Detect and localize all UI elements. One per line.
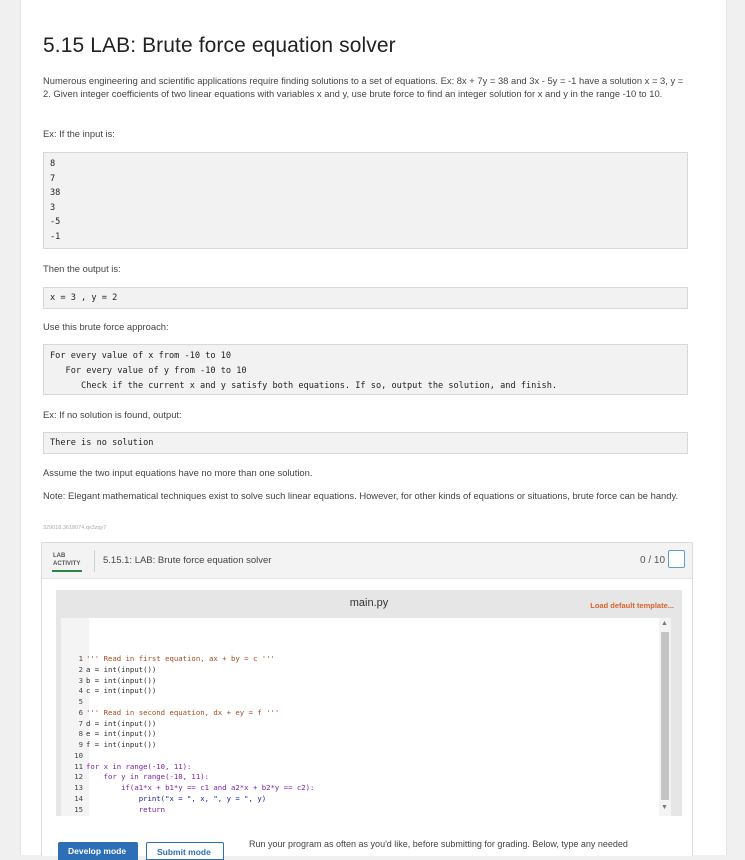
line-number: 5 — [78, 697, 83, 706]
input-line: 7 — [50, 173, 56, 184]
no-solution-label: Ex: If no solution is found, output: — [43, 409, 182, 420]
run-instructions-text: Run your program as often as you'd like,… — [249, 839, 628, 849]
line-number: 7 — [78, 718, 83, 728]
code-text: d = int(input()) — [86, 718, 157, 728]
scrollbar-thumb[interactable] — [661, 632, 669, 800]
code-line: 2a = int(input()) — [61, 665, 661, 676]
editor-scrollbar[interactable]: ▲ ▼ — [659, 618, 671, 816]
line-number: 2 — [78, 664, 83, 674]
code-line: 15 return — [61, 805, 661, 816]
activity-type-label: LAB ACTIVITY — [53, 552, 80, 568]
submit-mode-button[interactable]: Submit mode — [146, 842, 224, 860]
code-line: 4c = int(input()) — [61, 686, 661, 697]
example-input-block: 8 7 38 3 -5 -1 — [43, 152, 688, 249]
input-line: -1 — [50, 231, 61, 242]
input-line: 3 — [50, 202, 56, 213]
code-line: 1 ''' Read in first equation, ax + by = c… — [61, 654, 661, 665]
line-number: 16 — [61, 815, 86, 816]
line-number: 6 — [78, 707, 83, 717]
code-text: for y in range(-10, 11): — [86, 772, 210, 782]
no-solution-block: There is no solution — [43, 432, 688, 454]
line-number: 8 — [78, 729, 83, 739]
activity-score: 0 / 10 — [640, 555, 666, 566]
activity-header: LAB ACTIVITY 5.15.1: LAB: Brute force eq… — [42, 543, 692, 579]
output-line: x = 3 , y = 2 — [50, 293, 118, 303]
editor-filename: main.py — [349, 597, 389, 609]
code-line: 6 ''' Read in second equation, dx + ey = … — [61, 708, 661, 719]
activity-label-activity: ACTIVITY — [53, 561, 81, 567]
code-line: 8e = int(input()) — [61, 729, 661, 740]
line-number: 1 — [78, 654, 83, 663]
code-text: for x in range(-10, 11): — [86, 761, 192, 771]
example-input-label: Ex: If the input is: — [43, 128, 115, 139]
header-divider — [94, 550, 95, 572]
approach-label: Use this brute force approach: — [43, 321, 169, 332]
code-text: if(a1*x + b1*y == c1 and a2*x + b2*y == … — [86, 783, 315, 792]
code-line: 9f = int(input()) — [61, 740, 661, 751]
code-editor[interactable]: 1 ''' Read in first equation, ax + by = c… — [61, 618, 671, 816]
input-line: 8 — [50, 159, 56, 169]
code-line: 11 for x in range(-10, 11): — [61, 762, 661, 773]
input-line: 38 — [50, 188, 61, 199]
line-number: 12 — [74, 772, 83, 782]
line-number: 15 — [74, 804, 83, 814]
code-line: 13 if(a1*x + b1*y == c1 and a2*x + b2*y … — [61, 783, 661, 794]
page-container: 5.15 LAB: Brute force equation solver Nu… — [20, 0, 727, 860]
develop-mode-button[interactable]: Develop mode — [58, 842, 138, 860]
code-text: c = int(input()) — [86, 686, 157, 696]
code-text: return — [86, 804, 166, 814]
activity-accent-bar — [52, 570, 82, 572]
code-line: 3b = int(input()) — [61, 676, 661, 687]
code-text: f = int(input()) — [86, 740, 157, 749]
code-line: 12 for y in range(-10, 11): — [61, 772, 661, 783]
approach-line: Check if the current x and y satisfy bot… — [50, 381, 558, 391]
scroll-up-arrow-icon[interactable]: ▲ — [661, 620, 668, 628]
approach-block: For every value of x from -10 to 10 For … — [43, 344, 688, 395]
code-line: 10 — [61, 751, 661, 762]
activity-title: 5.15.1: LAB: Brute force equation solver — [103, 555, 272, 566]
line-number: 13 — [74, 783, 83, 792]
code-text: ''' Read in first equation, ax + by = c … — [86, 654, 275, 663]
line-number: 9 — [78, 740, 83, 749]
code-text: print("x = ", x, ", y = ", y) — [86, 793, 267, 803]
code-text: e = int(input()) — [86, 729, 157, 739]
line-number: 10 — [74, 750, 83, 760]
code-line: 16 print("There is no solution") — [61, 815, 661, 816]
code-lines: 1 ''' Read in first equation, ax + by = c… — [61, 654, 661, 816]
scroll-down-arrow-icon[interactable]: ▼ — [661, 804, 668, 812]
page-title: 5.15 LAB: Brute force equation solver — [43, 34, 396, 57]
code-text: print("There is no solution") — [86, 815, 248, 816]
problem-id: 329018.3618074.qx3zqy7 — [43, 525, 107, 531]
intro-paragraph: Numerous engineering and scientific appl… — [43, 75, 684, 99]
output-label: Then the output is: — [43, 263, 121, 274]
line-number: 4 — [78, 686, 83, 696]
load-default-template-link[interactable]: Load default template... — [590, 601, 674, 610]
line-number: 3 — [78, 675, 83, 685]
input-line: -5 — [50, 217, 61, 228]
activity-label-lab: LAB — [53, 553, 66, 559]
approach-line: For every value of x from -10 to 10 — [50, 351, 232, 361]
code-line: 14 print("x = ", x, ", y = ", y) — [61, 794, 661, 805]
approach-line: For every value of y from -10 to 10 — [50, 366, 247, 376]
code-text: ''' Read in second equation, dx + ey = f… — [86, 707, 280, 717]
line-number: 11 — [74, 761, 83, 771]
lab-activity-panel: LAB ACTIVITY 5.15.1: LAB: Brute force eq… — [41, 542, 693, 860]
assume-text: Assume the two input equations have no m… — [43, 467, 313, 478]
completion-checkbox-icon — [668, 550, 685, 568]
line-number: 14 — [74, 793, 83, 803]
no-solution-line: There is no solution — [50, 438, 154, 448]
code-text: a = int(input()) — [86, 664, 157, 674]
code-line: 7d = int(input()) — [61, 719, 661, 730]
note-text: Note: Elegant mathematical techniques ex… — [43, 490, 679, 501]
example-output-block: x = 3 , y = 2 — [43, 287, 688, 309]
code-line: 5 — [61, 697, 661, 708]
code-text: b = int(input()) — [86, 675, 157, 685]
code-editor-panel: main.py Load default template... 1 ''' Re… — [56, 590, 682, 816]
